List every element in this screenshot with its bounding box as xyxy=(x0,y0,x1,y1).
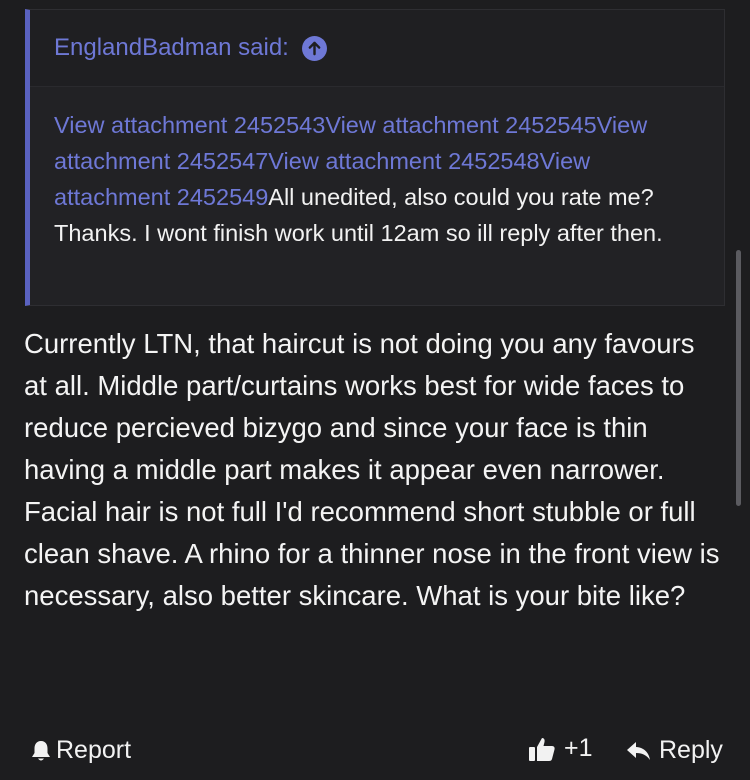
quote-block: EnglandBadman said: View attachment 2452… xyxy=(25,9,725,306)
reply-arrow-icon xyxy=(627,741,650,760)
like-button[interactable]: +1 xyxy=(528,734,593,763)
report-button[interactable]: Report xyxy=(30,736,131,765)
post-footer: Report +1 Reply xyxy=(0,732,750,774)
arrow-up-circle-icon[interactable] xyxy=(301,35,327,61)
report-label: Report xyxy=(56,736,132,764)
reply-button[interactable]: Reply xyxy=(626,736,723,765)
attachment-link[interactable]: View attachment 2452548 xyxy=(268,148,539,174)
like-count: +1 xyxy=(564,734,593,762)
quote-author[interactable]: EnglandBadman said: xyxy=(54,34,289,62)
reply-label: Reply xyxy=(659,736,723,764)
scrollbar[interactable] xyxy=(736,250,741,506)
quote-body: View attachment 2452543View attachment 2… xyxy=(30,87,724,251)
quote-header: EnglandBadman said: xyxy=(30,10,724,87)
bell-icon xyxy=(32,740,50,760)
attachment-link[interactable]: View attachment 2452543 xyxy=(54,112,325,138)
thumbs-up-icon xyxy=(529,737,555,761)
post-body: Currently LTN, that haircut is not doing… xyxy=(24,328,720,611)
attachment-link[interactable]: View attachment 2452545 xyxy=(325,112,596,138)
